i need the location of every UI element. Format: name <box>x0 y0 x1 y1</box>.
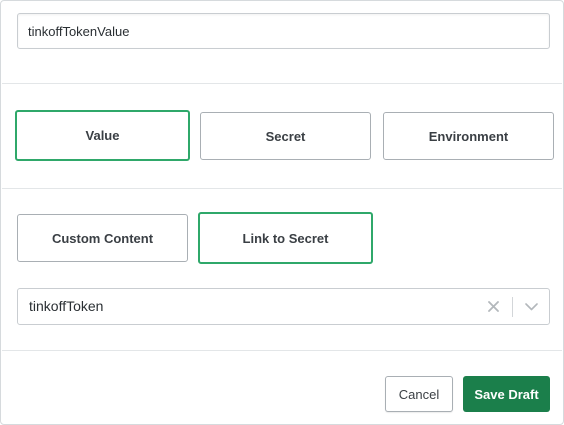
source-type-secret-label: Secret <box>265 128 306 144</box>
cancel-button[interactable]: Cancel <box>385 376 453 412</box>
content-mode-link-secret-label: Link to Secret <box>242 230 329 246</box>
divider <box>2 83 562 84</box>
save-draft-button-label: Save Draft <box>474 386 539 402</box>
divider <box>2 350 562 351</box>
content-mode-link-secret-button[interactable]: Link to Secret <box>198 212 373 264</box>
divider <box>2 188 562 189</box>
source-type-value-label: Value <box>85 128 120 143</box>
source-type-environment-label: Environment <box>428 128 509 144</box>
cancel-button-label: Cancel <box>398 386 440 402</box>
chevron-down-icon[interactable] <box>523 299 539 314</box>
close-icon[interactable] <box>486 299 501 314</box>
source-type-value-button[interactable]: Value <box>15 110 190 161</box>
edit-variable-panel: Value Secret Environment Custom Content … <box>0 0 564 425</box>
content-mode-custom-label: Custom Content <box>51 230 154 246</box>
secret-select[interactable]: tinkoffToken <box>17 288 550 325</box>
secret-select-value: tinkoffToken <box>29 298 104 314</box>
source-type-secret-button[interactable]: Secret <box>200 112 371 160</box>
save-draft-button[interactable]: Save Draft <box>463 376 550 412</box>
content-mode-custom-button[interactable]: Custom Content <box>17 214 188 262</box>
select-separator <box>512 297 513 317</box>
source-type-environment-button[interactable]: Environment <box>383 112 554 160</box>
variable-name-input[interactable] <box>17 13 550 49</box>
